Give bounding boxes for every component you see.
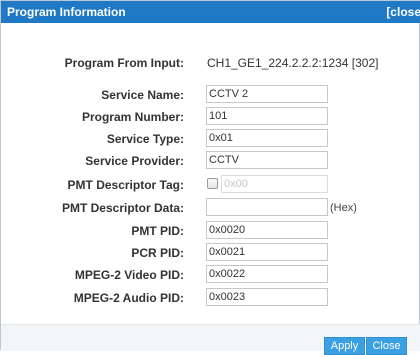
service-provider-label: Service Provider: <box>85 154 184 168</box>
mpeg2-audio-pid-input[interactable] <box>206 288 328 306</box>
mpeg2-video-pid-input[interactable] <box>206 265 328 283</box>
close-button[interactable]: Close <box>366 337 407 355</box>
pmt-descriptor-data-input[interactable] <box>206 198 328 216</box>
pmt-pid-input[interactable] <box>206 221 328 239</box>
dialog-titlebar: Program Information [close <box>1 1 420 23</box>
pmt-descriptor-data-row: PMT Descriptor Data: (Hex) <box>1 198 420 218</box>
service-name-input[interactable] <box>206 85 328 103</box>
mpeg2-audio-pid-row: MPEG-2 Audio PID: <box>1 288 420 308</box>
pmt-pid-label: PMT PID: <box>131 224 184 238</box>
service-name-label: Service Name: <box>101 88 184 102</box>
service-type-row: Service Type: <box>1 129 420 149</box>
mpeg2-audio-pid-label: MPEG-2 Audio PID: <box>73 291 184 305</box>
pcr-pid-label: PCR PID: <box>131 246 184 260</box>
apply-button[interactable]: Apply <box>324 337 365 355</box>
program-number-row: Program Number: <box>1 107 420 127</box>
service-provider-input[interactable] <box>206 151 328 169</box>
program-from-input-row: Program From Input: CH1_GE1_224.2.2.2:12… <box>1 53 420 73</box>
program-from-input-label: Program From Input: <box>64 56 184 70</box>
program-number-input[interactable] <box>206 107 328 125</box>
pmt-descriptor-tag-row: PMT Descriptor Tag: <box>1 175 420 195</box>
service-type-input[interactable] <box>206 129 328 147</box>
pmt-descriptor-tag-checkbox[interactable] <box>207 178 218 189</box>
pmt-pid-row: PMT PID: <box>1 221 420 241</box>
service-type-label: Service Type: <box>106 132 184 146</box>
close-link[interactable]: [close <box>386 5 420 19</box>
pmt-descriptor-tag-input[interactable] <box>221 175 328 193</box>
program-number-label: Program Number: <box>81 110 184 124</box>
program-information-dialog: Program Information [close Program From … <box>0 0 420 355</box>
service-name-row: Service Name: <box>1 85 420 105</box>
mpeg2-video-pid-row: MPEG-2 Video PID: <box>1 265 420 285</box>
dialog-title: Program Information <box>7 5 126 19</box>
pcr-pid-input[interactable] <box>206 243 328 261</box>
pmt-descriptor-data-label: PMT Descriptor Data: <box>61 201 184 215</box>
service-provider-row: Service Provider: <box>1 151 420 171</box>
hex-unit-label: (Hex) <box>330 202 357 214</box>
mpeg2-video-pid-label: MPEG-2 Video PID: <box>74 268 184 282</box>
pmt-descriptor-tag-label: PMT Descriptor Tag: <box>67 178 184 192</box>
program-from-input-value: CH1_GE1_224.2.2.2:1234 [302] <box>207 56 379 70</box>
pcr-pid-row: PCR PID: <box>1 243 420 263</box>
